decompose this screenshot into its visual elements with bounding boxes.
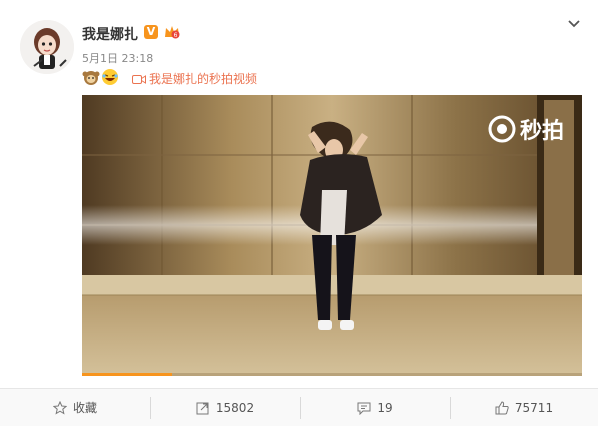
monkey-emoji xyxy=(82,71,100,85)
comment-icon xyxy=(357,402,371,415)
svg-text:6: 6 xyxy=(174,32,178,39)
video-link-text: 我是娜扎的秒拍视频 xyxy=(149,72,258,86)
miaopai-watermark: 秒拍 xyxy=(488,113,564,145)
laughing-emoji xyxy=(102,69,118,85)
avatar-illustration xyxy=(20,20,74,74)
comment-button[interactable]: 19 xyxy=(300,389,450,426)
thumbs-up-icon xyxy=(495,400,509,414)
comment-count: 19 xyxy=(377,400,393,415)
repost-button[interactable]: 15802 xyxy=(150,389,300,426)
video-link[interactable]: 我是娜扎的秒拍视频 xyxy=(132,70,257,87)
video-progress-bar[interactable] xyxy=(82,373,582,376)
chevron-down-icon[interactable] xyxy=(566,16,582,32)
star-icon xyxy=(52,400,67,415)
avatar[interactable] xyxy=(20,20,74,74)
post-timestamp[interactable]: 5月1日 23:18 xyxy=(82,50,153,66)
verified-badge-icon[interactable]: V xyxy=(144,25,158,39)
repost-icon xyxy=(196,402,209,414)
action-bar: 收藏 15802 19 75711 xyxy=(0,388,598,426)
favorite-button[interactable]: 收藏 xyxy=(0,389,150,426)
video-progress-fill xyxy=(82,373,172,376)
vip-crown-icon[interactable]: 6 xyxy=(163,24,181,40)
like-count: 75711 xyxy=(514,400,554,415)
like-button[interactable]: 75711 xyxy=(450,389,598,426)
camera-lens-icon xyxy=(488,115,516,143)
repost-count: 15802 xyxy=(215,400,255,415)
watermark-text: 秒拍 xyxy=(519,119,564,144)
weibo-post-card: 我是娜扎 V 6 5月1日 23:18 我是娜扎的秒拍视频 秒拍 收藏 1580… xyxy=(0,0,598,426)
username[interactable]: 我是娜扎 xyxy=(82,24,138,44)
favorite-label: 收藏 xyxy=(72,401,97,415)
video-player[interactable]: 秒拍 xyxy=(82,95,582,376)
video-camera-icon xyxy=(132,75,146,84)
